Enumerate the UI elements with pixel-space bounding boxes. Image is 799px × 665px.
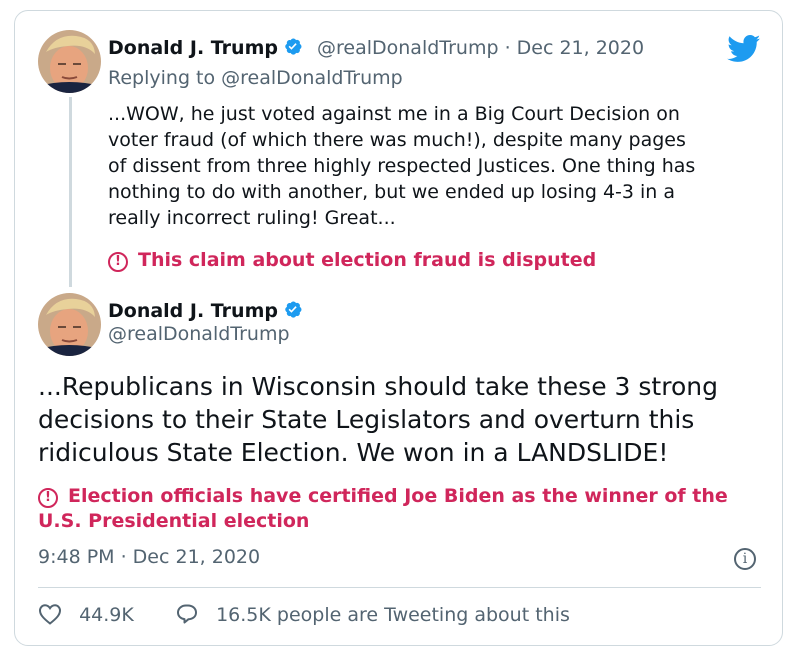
avatar[interactable]	[38, 293, 101, 356]
divider	[38, 587, 761, 588]
disputed-claim-text: This claim about election fraud is dispu…	[138, 249, 597, 271]
speech-bubble-icon	[177, 604, 197, 624]
election-certified-notice[interactable]: ! Election officials have certified Joe B…	[38, 484, 768, 534]
quoted-meta: @realDonaldTrump · Dec 21, 2020	[317, 37, 644, 59]
like-count: 44.9K	[79, 604, 134, 626]
tweet-timestamp[interactable]: 9:48 PM · Dec 21, 2020	[38, 546, 260, 568]
thread-connector-line	[69, 97, 72, 287]
heart-icon	[38, 604, 62, 625]
quoted-date[interactable]: · Dec 21, 2020	[505, 37, 645, 59]
tweeting-about-action[interactable]: 16.5K people are Tweeting about this	[175, 603, 570, 626]
main-tweet-body: ...Republicans in Wisconsin should take …	[38, 372, 718, 467]
tweeting-about-text: 16.5K people are Tweeting about this	[216, 604, 570, 626]
quoted-handle[interactable]: @realDonaldTrump	[317, 37, 499, 59]
main-handle[interactable]: @realDonaldTrump	[108, 323, 290, 345]
quoted-tweet-body: ...WOW, he just voted against me in a Bi…	[108, 103, 696, 229]
avatar[interactable]	[38, 30, 101, 93]
election-certified-text: Election officials have certified Joe Bi…	[38, 485, 728, 532]
verified-badge-icon	[285, 301, 302, 318]
author-name-text: Donald J. Trump	[108, 37, 278, 59]
exclamation-circle-icon: !	[38, 488, 58, 508]
quoted-author-name[interactable]: Donald J. Trump	[108, 36, 303, 59]
twitter-bird-icon[interactable]	[727, 35, 761, 63]
verified-badge-icon	[285, 38, 302, 55]
disputed-claim-notice[interactable]: ! This claim about election fraud is disp…	[108, 249, 596, 272]
info-icon[interactable]: i	[734, 548, 756, 570]
like-action[interactable]: 44.9K	[38, 603, 134, 626]
replying-to-label[interactable]: Replying to @realDonaldTrump	[108, 67, 403, 89]
exclamation-circle-icon: !	[108, 252, 128, 272]
author-name-text: Donald J. Trump	[108, 300, 278, 322]
main-author-name[interactable]: Donald J. Trump	[108, 299, 303, 322]
